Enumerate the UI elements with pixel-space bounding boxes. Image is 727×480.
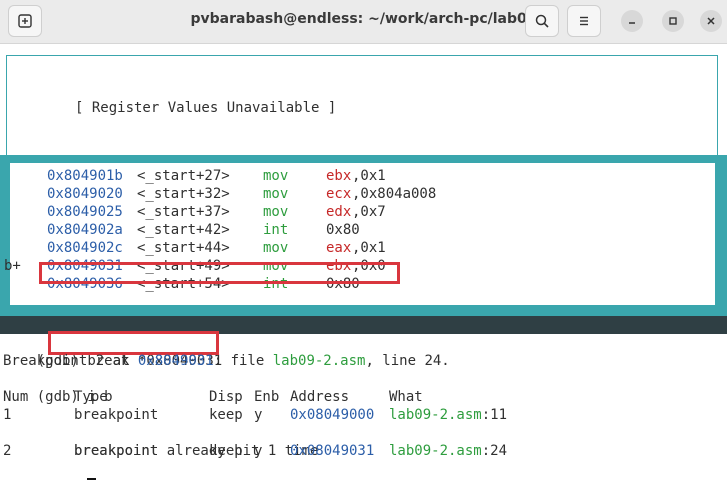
register-pane: [ Register Values Unavailable ] bbox=[6, 55, 718, 156]
bp-msg-address: 0x8049031 bbox=[137, 353, 214, 369]
asm-line: 0x8049025 <_start+37> mov edx ,0x7 bbox=[10, 203, 715, 221]
header-address: Address bbox=[290, 389, 350, 405]
asm-register: edx bbox=[326, 204, 352, 220]
asm-address: 0x804901b bbox=[47, 168, 123, 184]
table-row: 1 breakpoint keep y 0x08049000 lab09-2.a… bbox=[3, 406, 723, 424]
close-button[interactable] bbox=[700, 10, 722, 32]
header-enb: Enb bbox=[254, 389, 280, 405]
table-row: 2 breakpoint keep y 0x08049031 lab09-2.a… bbox=[3, 442, 723, 460]
asm-operand: 0x80 bbox=[326, 222, 360, 238]
asm-operand: ,0x1 bbox=[352, 168, 386, 184]
row-file: lab09-2.asm bbox=[389, 443, 482, 459]
asm-line: 0x804902c <_start+44> mov eax ,0x1 bbox=[10, 239, 715, 257]
asm-address: 0x8049025 bbox=[47, 204, 123, 220]
minimize-button[interactable] bbox=[621, 10, 643, 32]
bp-msg-file: lab09-2.asm bbox=[272, 353, 366, 369]
header-type: Type bbox=[74, 389, 108, 405]
header-disp: Disp bbox=[209, 389, 243, 405]
asm-register: eax bbox=[326, 240, 352, 256]
register-status-text: [ Register Values Unavailable ] bbox=[75, 100, 337, 116]
asm-pane-inner: 0x804901b <_start+27> mov ebx ,0x1 0x8049020 <… bbox=[4, 161, 717, 307]
console-line-2: Breakpoint 2 at 0x8049031: file lab09-2.… bbox=[3, 352, 450, 370]
row-enb: y bbox=[254, 443, 263, 459]
hit-count-note: breakpoint already hit 1 time bbox=[3, 424, 318, 459]
minimize-icon bbox=[629, 22, 635, 24]
asm-opcode: mov bbox=[263, 204, 289, 220]
asm-opcode: int bbox=[263, 222, 289, 238]
row-line: :24 bbox=[481, 443, 508, 459]
asm-address: 0x804902a bbox=[47, 222, 123, 238]
row-address: 0x08049000 bbox=[290, 407, 375, 423]
row-type: breakpoint bbox=[74, 443, 159, 459]
header-what: What bbox=[389, 389, 423, 405]
asm-opcode: mov bbox=[263, 240, 289, 256]
asm-pane: 0x804901b <_start+27> mov ebx ,0x1 0x8049020 <… bbox=[0, 155, 727, 316]
row-disp: keep bbox=[209, 443, 243, 459]
asm-opcode: mov bbox=[263, 186, 289, 202]
breakpoint-table-header: Num Type Disp Enb Address What bbox=[3, 388, 723, 406]
row-line: :11 bbox=[481, 407, 508, 423]
close-icon bbox=[707, 17, 715, 25]
bp-msg-text-2: : file bbox=[213, 353, 273, 369]
row-file: lab09-2.asm bbox=[389, 407, 482, 423]
status-pc: PC: 0x8049000 bbox=[595, 371, 705, 387]
asm-symbol: <_start+32> bbox=[137, 186, 230, 202]
title-bar: pvbarabash@endless: ~/work/arch-pc/lab09 bbox=[0, 0, 727, 44]
row-num: 1 bbox=[3, 407, 12, 423]
asm-operand: ,0x1 bbox=[352, 240, 386, 256]
menu-button[interactable] bbox=[567, 5, 601, 37]
asm-address: 0x8049020 bbox=[47, 186, 123, 202]
asm-line: 0x804902a <_start+42> int 0x80 bbox=[10, 221, 715, 239]
asm-line: 0x804901b <_start+27> mov ebx ,0x1 bbox=[10, 167, 715, 185]
breakpoint-marker: b+ bbox=[4, 258, 21, 274]
row-type: breakpoint bbox=[74, 407, 159, 423]
asm-opcode: mov bbox=[263, 168, 289, 184]
maximize-icon bbox=[669, 17, 677, 25]
search-icon bbox=[535, 14, 549, 28]
asm-operand: ,0x804a008 bbox=[352, 186, 437, 202]
status-line: L11 bbox=[541, 353, 567, 369]
asm-address: 0x804902c bbox=[47, 240, 123, 256]
row-num: 2 bbox=[3, 443, 12, 459]
row-address: 0x08049031 bbox=[290, 443, 375, 459]
asm-line: 0x8049020 <_start+32> mov ecx ,0x804a008 bbox=[10, 185, 715, 203]
search-button[interactable] bbox=[525, 5, 559, 37]
asm-symbol: <_start+42> bbox=[137, 222, 230, 238]
asm-symbol: <_start+27> bbox=[137, 168, 230, 184]
bp-msg-text-3: , line 24. bbox=[365, 353, 450, 369]
window-title: pvbarabash@endless: ~/work/arch-pc/lab09 bbox=[190, 11, 537, 27]
bp-msg-text: Breakpoint 2 at bbox=[3, 353, 138, 369]
asm-symbol: <_start+44> bbox=[137, 240, 230, 256]
highlight-breakpoint-line bbox=[39, 262, 400, 284]
asm-register: ecx bbox=[326, 186, 352, 202]
asm-operand: ,0x7 bbox=[352, 204, 386, 220]
asm-symbol: <_start+37> bbox=[137, 204, 230, 220]
hamburger-menu-icon bbox=[580, 16, 588, 26]
header-num: Num bbox=[3, 389, 29, 405]
console-line-3: (gdb) i b bbox=[3, 370, 113, 405]
maximize-button[interactable] bbox=[662, 10, 684, 32]
row-disp: keep bbox=[209, 407, 243, 423]
row-enb: y bbox=[254, 407, 263, 423]
asm-register: ebx bbox=[326, 168, 352, 184]
console-prompt-line[interactable]: (gdb) bbox=[3, 460, 97, 480]
terminal-area[interactable]: [ Register Values Unavailable ] 0x804901… bbox=[0, 44, 727, 480]
